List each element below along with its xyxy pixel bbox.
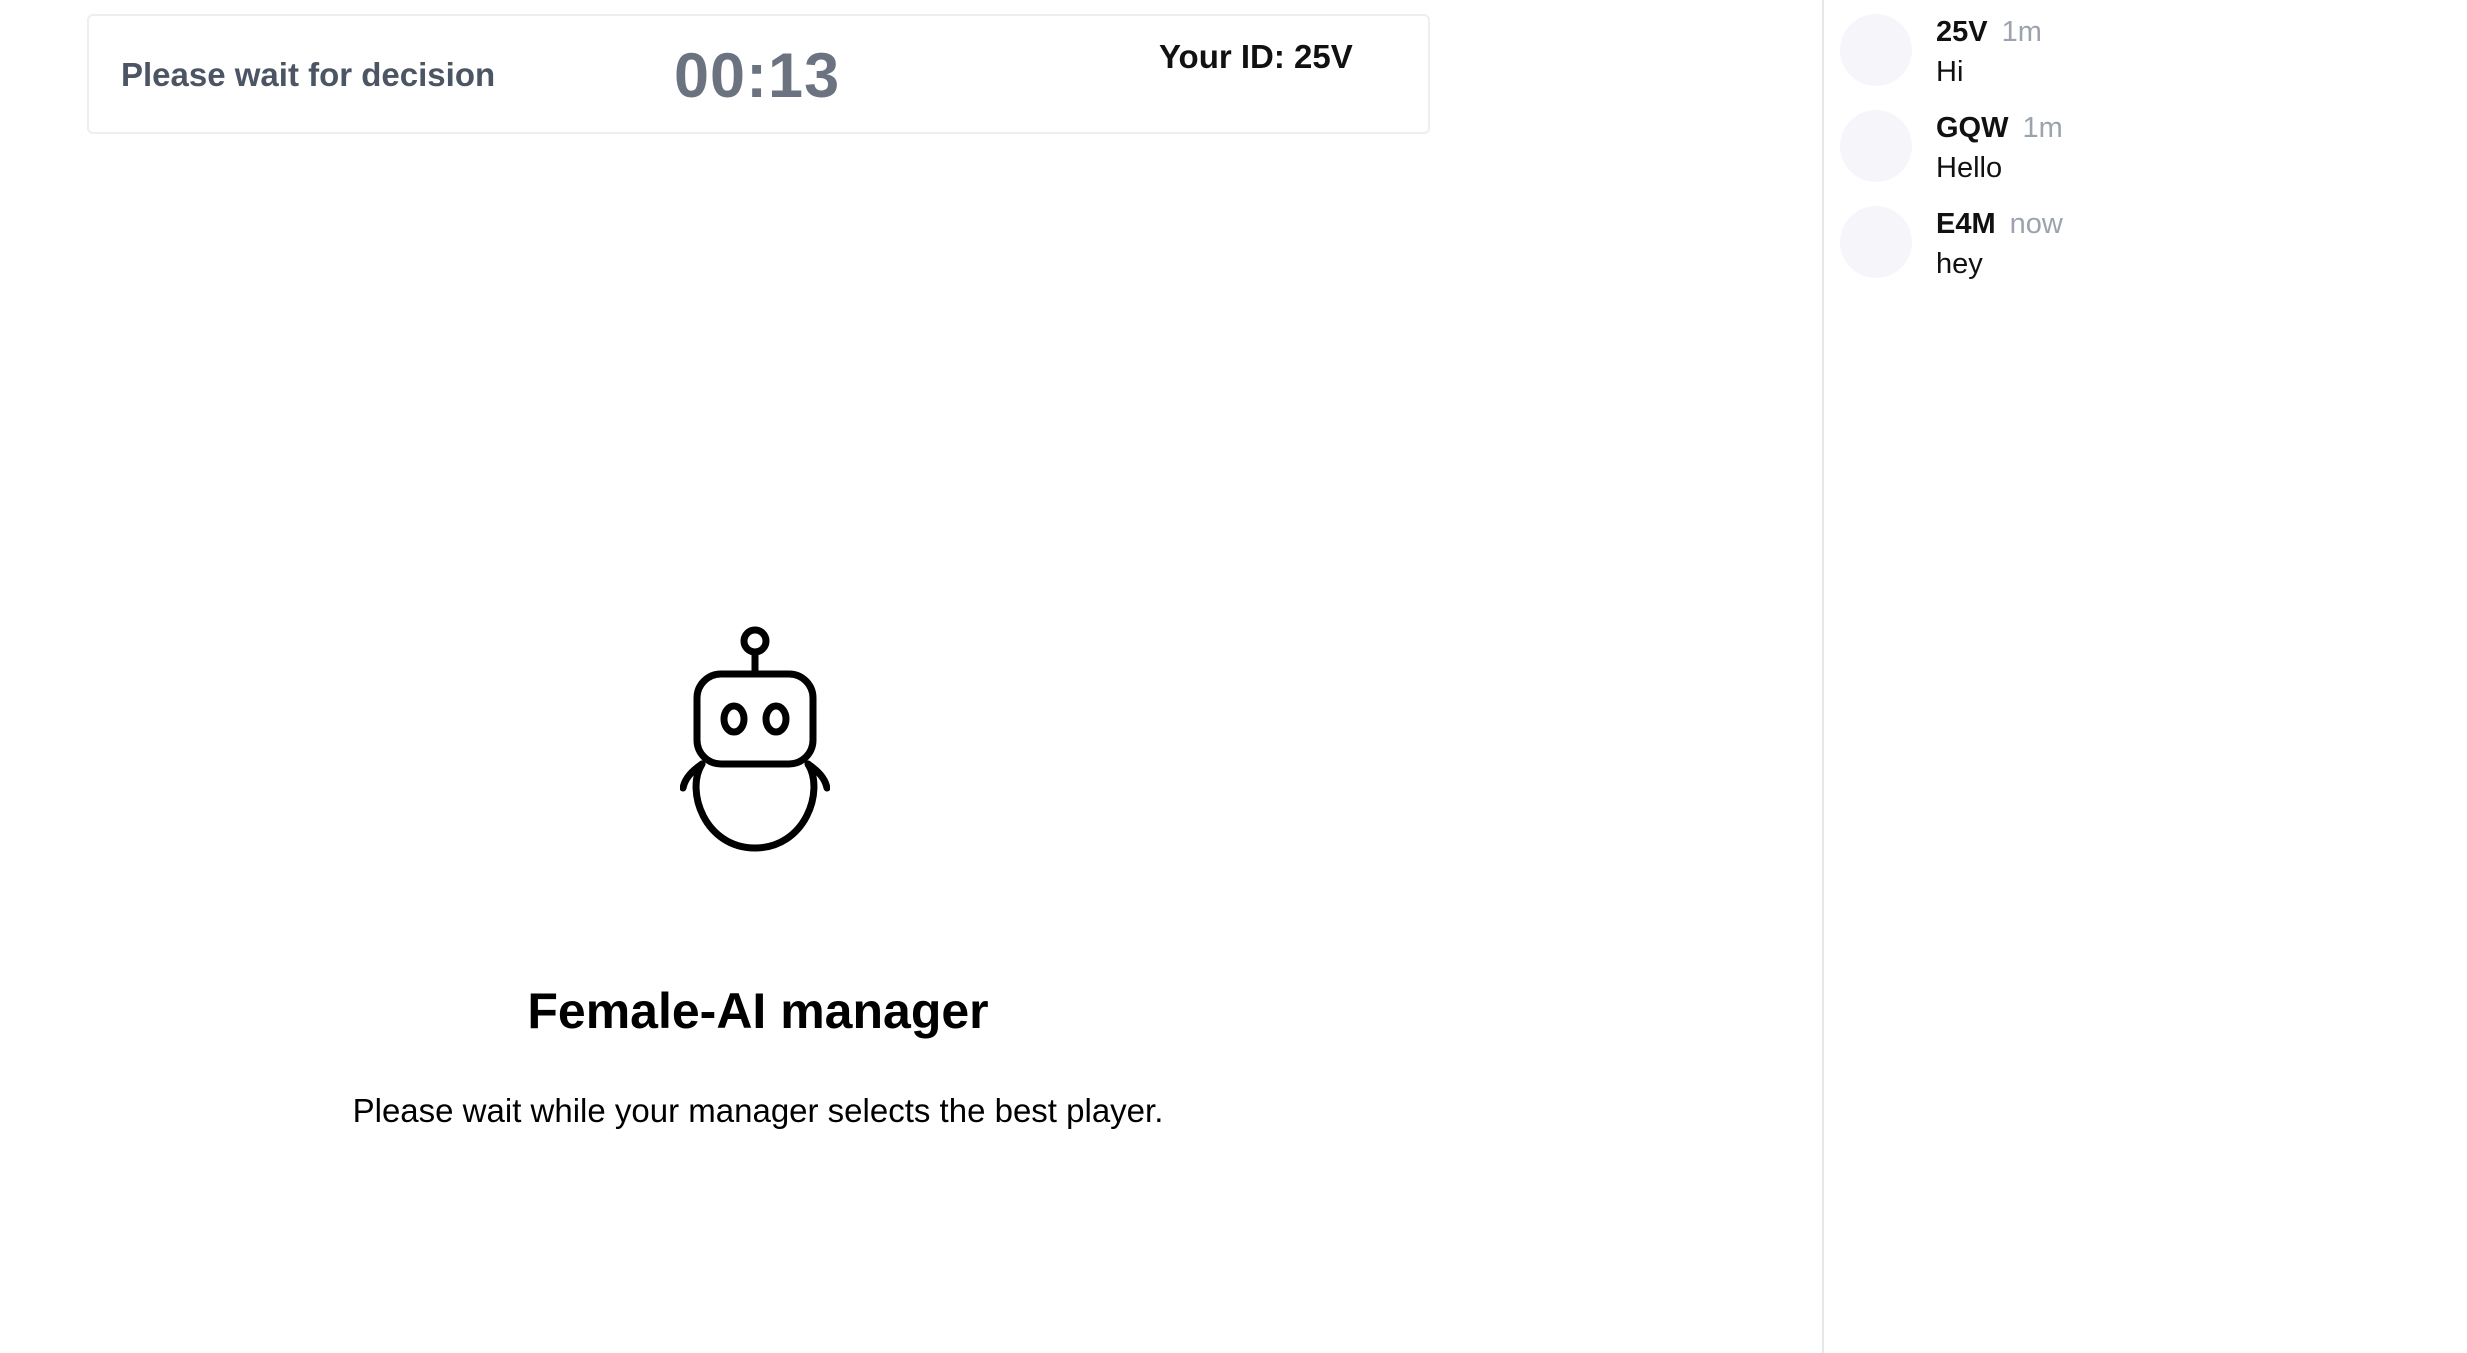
manager-subtitle: Please wait while your manager selects t… [352, 1092, 1164, 1129]
message-time: now [2009, 208, 2063, 240]
main-area: Please wait for decision 00:13 Your ID: … [0, 0, 1822, 1353]
chat-message: 25V 1m Hi [1840, 14, 2440, 104]
status-bar: Please wait for decision 00:13 Your ID: … [87, 14, 1430, 134]
message-text: Hello [1936, 152, 2003, 184]
robot-icon [680, 626, 830, 852]
chat-message: E4M now hey [1840, 206, 2440, 296]
avatar [1840, 14, 1912, 86]
player-id: Your ID: 25V [1159, 38, 1353, 75]
message-text: hey [1936, 248, 1983, 280]
message-text: Hi [1936, 56, 1964, 88]
message-username: E4M [1936, 208, 1996, 240]
manager-title: Female-AI manager [527, 983, 989, 1039]
chat-sidebar: 25V 1m Hi GQW 1m Hello E4M now hey [1822, 0, 2467, 1353]
page: Please wait for decision 00:13 Your ID: … [0, 0, 2467, 1353]
message-time: 1m [2001, 16, 2042, 48]
countdown-timer: 00:13 [674, 41, 841, 111]
message-time: 1m [2022, 112, 2063, 144]
chat-message: GQW 1m Hello [1840, 110, 2440, 200]
avatar [1840, 110, 1912, 182]
message-username: GQW [1936, 112, 2009, 144]
status-message: Please wait for decision [121, 56, 496, 93]
avatar [1840, 206, 1912, 278]
message-username: 25V [1936, 16, 1988, 48]
